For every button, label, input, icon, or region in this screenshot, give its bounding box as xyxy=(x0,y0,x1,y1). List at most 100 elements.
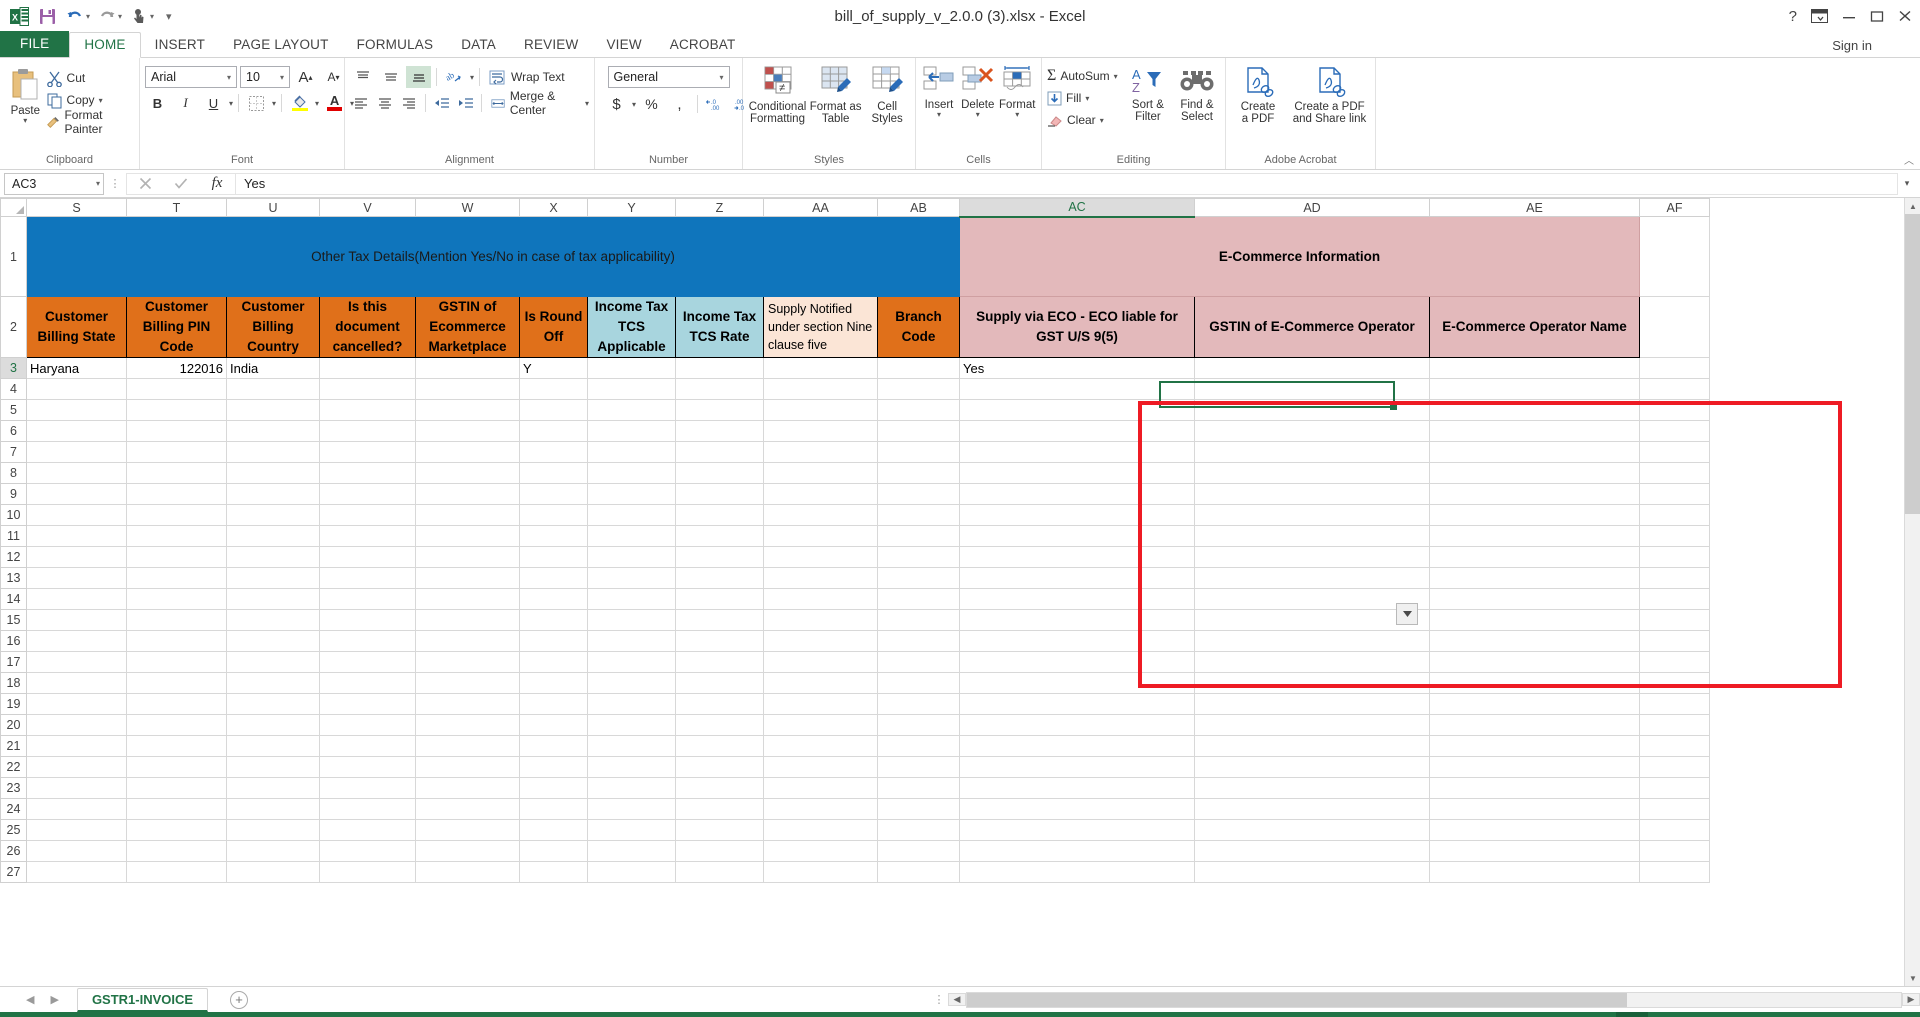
cell-S13[interactable] xyxy=(26,567,127,589)
cell-AB12[interactable] xyxy=(877,546,960,568)
cell-V3[interactable] xyxy=(319,357,416,379)
cell-AC13[interactable] xyxy=(959,567,1195,589)
cell-X15[interactable] xyxy=(519,609,588,631)
tab-view[interactable]: VIEW xyxy=(592,33,655,57)
cell-W18[interactable] xyxy=(415,672,520,694)
cell-header-customer-billing-country[interactable]: Customer Billing Country xyxy=(226,296,320,358)
cell-V17[interactable] xyxy=(319,651,416,673)
cell-AB15[interactable] xyxy=(877,609,960,631)
row-header-7[interactable]: 7 xyxy=(0,441,27,463)
cell-U13[interactable] xyxy=(226,567,320,589)
name-box[interactable]: AC3 ▾ xyxy=(4,172,104,195)
undo-dropdown-icon[interactable]: ▾ xyxy=(86,12,90,21)
paste-button[interactable]: Paste ▾ xyxy=(5,63,46,125)
vertical-scrollbar-thumb[interactable] xyxy=(1905,214,1920,514)
align-right-icon[interactable] xyxy=(398,92,419,114)
cell-Y13[interactable] xyxy=(587,567,676,589)
cell-Z8[interactable] xyxy=(675,462,764,484)
cell-header-customer-billing-state[interactable]: Customer Billing State xyxy=(26,296,127,358)
cell-Y3[interactable] xyxy=(587,357,676,379)
cell-AD5[interactable] xyxy=(1194,399,1430,421)
cell-Z15[interactable] xyxy=(675,609,764,631)
cell-AE8[interactable] xyxy=(1429,462,1640,484)
cell-AC7[interactable] xyxy=(959,441,1195,463)
cell-S23[interactable] xyxy=(26,777,127,799)
cell-V10[interactable] xyxy=(319,504,416,526)
cell-AC10[interactable] xyxy=(959,504,1195,526)
cell-W16[interactable] xyxy=(415,630,520,652)
cell-U9[interactable] xyxy=(226,483,320,505)
cell-V20[interactable] xyxy=(319,714,416,736)
cell-Z11[interactable] xyxy=(675,525,764,547)
column-header-AC[interactable]: AC xyxy=(959,198,1195,218)
cell-X21[interactable] xyxy=(519,735,588,757)
cell-W27[interactable] xyxy=(415,861,520,883)
cell-Z12[interactable] xyxy=(675,546,764,568)
sheet-tab-gstr1-invoice[interactable]: GSTR1-INVOICE xyxy=(76,987,209,1012)
cell-X16[interactable] xyxy=(519,630,588,652)
cell-T3[interactable]: 122016 xyxy=(126,357,227,379)
row-header-1[interactable]: 1 xyxy=(0,216,27,297)
italic-button[interactable]: I xyxy=(173,92,198,114)
cell-AD14[interactable] xyxy=(1194,588,1430,610)
cell-S17[interactable] xyxy=(26,651,127,673)
cell-Z6[interactable] xyxy=(675,420,764,442)
cell-AA6[interactable] xyxy=(763,420,878,442)
row-header-23[interactable]: 23 xyxy=(0,777,27,799)
cell-AD13[interactable] xyxy=(1194,567,1430,589)
cell-Y15[interactable] xyxy=(587,609,676,631)
cell-AB27[interactable] xyxy=(877,861,960,883)
cell-AF4[interactable] xyxy=(1639,378,1710,400)
cell-AA8[interactable] xyxy=(763,462,878,484)
tab-data[interactable]: DATA xyxy=(447,33,510,57)
column-header-AF[interactable]: AF xyxy=(1639,198,1710,217)
cell-U17[interactable] xyxy=(226,651,320,673)
cell-ecommerce-information-banner[interactable]: E-Commerce Information xyxy=(959,216,1640,297)
fill-button[interactable]: Fill ▾ xyxy=(1047,87,1122,109)
cell-V26[interactable] xyxy=(319,840,416,862)
cell-Z4[interactable] xyxy=(675,378,764,400)
cell-S21[interactable] xyxy=(26,735,127,757)
cell-AB5[interactable] xyxy=(877,399,960,421)
currency-format-button[interactable]: $ xyxy=(604,93,629,115)
cell-AE27[interactable] xyxy=(1429,861,1640,883)
cell-AD27[interactable] xyxy=(1194,861,1430,883)
cell-AA18[interactable] xyxy=(763,672,878,694)
cell-X13[interactable] xyxy=(519,567,588,589)
cell-W17[interactable] xyxy=(415,651,520,673)
restore-icon[interactable] xyxy=(1870,10,1884,22)
cell-W10[interactable] xyxy=(415,504,520,526)
cell-AC6[interactable] xyxy=(959,420,1195,442)
cell-AF10[interactable] xyxy=(1639,504,1710,526)
column-header-AE[interactable]: AE xyxy=(1429,198,1640,217)
cell-T22[interactable] xyxy=(126,756,227,778)
cell-X8[interactable] xyxy=(519,462,588,484)
wrap-text-button[interactable]: Wrap Text xyxy=(489,66,565,88)
customize-qat-icon[interactable]: ▾ xyxy=(166,10,172,23)
align-center-icon[interactable] xyxy=(374,92,395,114)
cell-AA7[interactable] xyxy=(763,441,878,463)
cell-U10[interactable] xyxy=(226,504,320,526)
cell-Z23[interactable] xyxy=(675,777,764,799)
tab-page-layout[interactable]: PAGE LAYOUT xyxy=(219,33,342,57)
cell-AF1[interactable] xyxy=(1639,216,1710,297)
cell-V11[interactable] xyxy=(319,525,416,547)
increase-decimal-icon[interactable]: .0.00 xyxy=(703,93,728,115)
column-header-T[interactable]: T xyxy=(126,198,227,217)
cell-AF19[interactable] xyxy=(1639,693,1710,715)
delete-cells-dropdown-icon[interactable]: ▾ xyxy=(976,111,980,119)
cell-AD21[interactable] xyxy=(1194,735,1430,757)
name-box-dropdown-icon[interactable]: ▾ xyxy=(96,179,100,188)
cell-U11[interactable] xyxy=(226,525,320,547)
insert-cells-button[interactable]: Insert ▾ xyxy=(921,63,957,119)
column-header-X[interactable]: X xyxy=(519,198,588,217)
redo-icon[interactable] xyxy=(94,4,120,28)
cell-AB7[interactable] xyxy=(877,441,960,463)
expand-formula-bar-icon[interactable]: ▾ xyxy=(1898,178,1916,189)
cell-X3[interactable]: Y xyxy=(519,357,588,379)
cell-AD17[interactable] xyxy=(1194,651,1430,673)
cell-V9[interactable] xyxy=(319,483,416,505)
scroll-up-arrow-icon[interactable]: ▲ xyxy=(1905,198,1920,214)
cell-S25[interactable] xyxy=(26,819,127,841)
help-icon[interactable]: ? xyxy=(1789,8,1797,25)
